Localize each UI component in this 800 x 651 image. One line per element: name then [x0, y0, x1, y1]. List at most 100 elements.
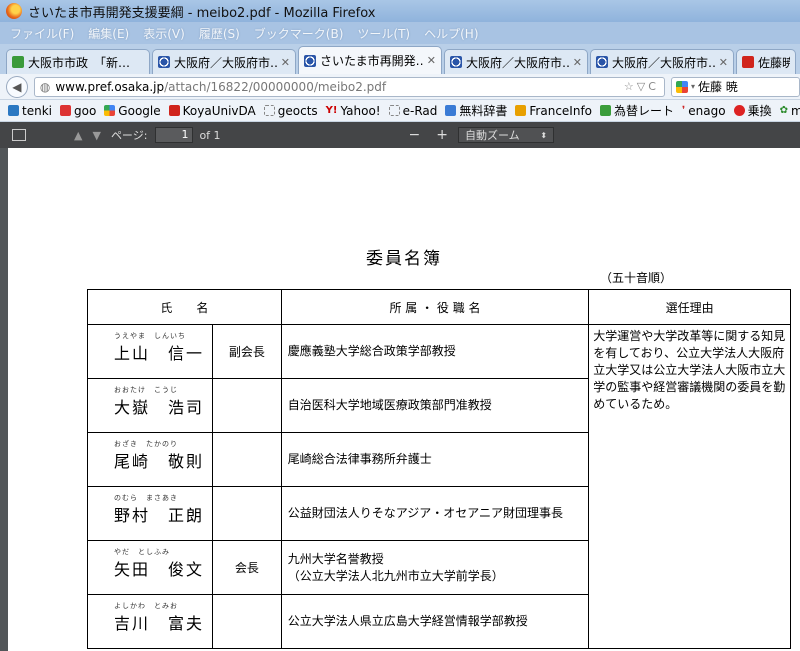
tenki-icon	[8, 105, 19, 116]
menu-history[interactable]: 履歴(S)	[199, 25, 240, 42]
member-affiliation: 公立大学法人県立広島大学経営情報学部教授	[280, 594, 590, 649]
member-name: 野村 正朗	[114, 505, 205, 525]
bookmark-label: 乗換	[747, 104, 772, 118]
bookmark-franceinfo[interactable]: FranceInfo	[515, 104, 592, 118]
page-icon	[388, 105, 400, 116]
osaka-pref-icon	[596, 56, 608, 68]
member-role	[211, 378, 282, 433]
pdf-toolbar: ▲ ▼ ページ: 1 of 1 − + 自動ズーム ⬍	[0, 122, 800, 148]
bookmark-label: goo	[73, 103, 97, 118]
tab-close-icon[interactable]: ✕	[427, 54, 436, 67]
globe-icon: ◍	[39, 79, 51, 94]
url-bar[interactable]: ◍ www.pref.osaka.jp /attach/16822/000000…	[33, 76, 665, 97]
bookmark-star-icon[interactable]: ☆▽C	[624, 80, 659, 93]
firefox-logo-icon	[6, 3, 22, 19]
search-box[interactable]: ▾ 佐藤 暁	[670, 76, 800, 97]
zoom-out-button[interactable]: −	[409, 127, 421, 143]
bookmark-label: KoyaUnivDA	[182, 103, 256, 118]
youtube-icon	[742, 56, 754, 68]
member-name-cell: おざき たかのり 尾崎 敬則	[87, 432, 213, 487]
bookmark-enago[interactable]: ❜ enago	[682, 104, 726, 118]
bookmarks-bar: tenki goo Google KoyaUnivDA geocts Y! Yah…	[0, 100, 800, 122]
bookmark-label: tenki	[22, 103, 52, 118]
zoom-select[interactable]: 自動ズーム ⬍	[458, 127, 555, 143]
member-affiliation: 慶應義塾大学総合政策学部教授	[280, 324, 590, 379]
bookmark-tenki[interactable]: tenki	[8, 104, 52, 118]
bookmark-goo[interactable]: goo	[59, 103, 97, 118]
menu-tools[interactable]: ツール(T)	[357, 25, 410, 42]
next-page-icon[interactable]: ▼	[92, 129, 100, 142]
chevron-down-icon: ⬍	[540, 130, 548, 140]
member-name: 吉川 富夫	[114, 613, 205, 633]
member-name-cell: やだ としふみ 矢田 俊文	[87, 540, 213, 595]
name-ruby: やだ としふみ	[114, 547, 170, 556]
page-count: of 1	[199, 128, 221, 142]
zoom-in-button[interactable]: +	[436, 127, 448, 143]
member-role	[211, 486, 282, 541]
member-role	[211, 432, 282, 487]
member-affiliation: 公益財団法人りそなアジア・オセアニア財団理事長	[280, 486, 590, 541]
pdf-viewer[interactable]: 委員名簿 （五十音順） 氏 名 所 属 ・ 役 職 名 選任理由 うえやま しん…	[0, 148, 800, 651]
page-number-input[interactable]: 1	[155, 127, 194, 143]
goo-icon	[59, 105, 71, 116]
tab-close-icon[interactable]: ✕	[719, 56, 728, 69]
member-name-cell: のむら まさあき 野村 正朗	[87, 486, 213, 541]
selection-reason: 大学運営や大学改革等に関する知見を有しており、公立大学法人大阪府立大学又は公立大…	[588, 324, 791, 649]
window-title: さいたま市再開発支援要綱 - meibo2.pdf - Mozilla Fire…	[28, 5, 376, 21]
google-icon	[675, 80, 688, 93]
member-role: 副会長	[211, 324, 282, 379]
member-table: 氏 名 所 属 ・ 役 職 名 選任理由 うえやま しんいち 上山 信一 副会長 …	[87, 289, 791, 649]
bookmark-erad[interactable]: e-Rad	[388, 104, 437, 118]
google-icon	[104, 105, 116, 116]
dictionary-icon	[445, 105, 457, 116]
header-name: 氏 名	[87, 289, 282, 325]
member-affiliation: 尾崎総合法律事務所弁護士	[280, 432, 590, 487]
bookmark-msn[interactable]: ✿msn	[780, 104, 800, 118]
tab-sato[interactable]: 佐藤暁：	[736, 49, 796, 74]
menu-bookmarks[interactable]: ブックマーク(B)	[254, 25, 344, 42]
menu-view[interactable]: 表示(V)	[143, 25, 185, 42]
member-affiliation: 自治医科大学地域医療政策部門准教授	[280, 378, 590, 433]
name-ruby: おおたけ こうじ	[114, 385, 178, 394]
dropdown-icon[interactable]: ▾	[691, 82, 695, 91]
tab-osaka-pref-3[interactable]: 大阪府／大阪府市… ✕	[590, 49, 734, 74]
tab-osaka-city[interactable]: 大阪市市政 「新…	[6, 49, 150, 74]
bookmark-koyaunivda[interactable]: KoyaUnivDA	[168, 103, 256, 118]
url-path: /attach/16822/00000000/meibo2.pdf	[164, 79, 387, 94]
bookmark-label: Yahoo!	[340, 103, 381, 118]
tab-close-icon[interactable]: ✕	[573, 56, 582, 69]
url-host: www.pref.osaka.jp	[55, 79, 165, 94]
bookmark-label: 為替レート	[614, 104, 675, 118]
osaka-pref-icon	[304, 54, 316, 67]
tab-osaka-pref-2[interactable]: 大阪府／大阪府市… ✕	[444, 49, 588, 74]
franceinfo-icon	[515, 105, 527, 116]
tab-bar: 大阪市市政 「新… 大阪府／大阪府市… ✕ さいたま市再開発… ✕ 大阪府／大阪…	[0, 44, 800, 74]
member-name-cell: うえやま しんいち 上山 信一	[87, 324, 213, 379]
bookmark-google[interactable]: Google	[104, 104, 161, 118]
pdf-page: 委員名簿 （五十音順） 氏 名 所 属 ・ 役 職 名 選任理由 うえやま しん…	[8, 148, 800, 651]
member-role	[211, 594, 282, 649]
bookmark-exchange[interactable]: 為替レート	[600, 102, 674, 119]
exchange-icon	[600, 105, 612, 116]
bookmark-geocts[interactable]: geocts	[263, 103, 318, 118]
sidebar-toggle-icon[interactable]	[12, 129, 26, 141]
navigation-bar: ◀ ◍ www.pref.osaka.jp /attach/16822/0000…	[0, 74, 800, 100]
tab-saitama-active[interactable]: さいたま市再開発… ✕	[298, 46, 442, 74]
menu-edit[interactable]: 編集(E)	[88, 25, 129, 42]
previous-page-icon[interactable]: ▲	[74, 129, 82, 142]
tab-osaka-pref-1[interactable]: 大阪府／大阪府市… ✕	[152, 49, 296, 74]
bookmark-dictionary[interactable]: 無料辞書	[445, 102, 507, 119]
back-button[interactable]: ◀	[6, 75, 28, 98]
page-label: ページ:	[110, 129, 148, 142]
search-value: 佐藤 暁	[697, 80, 738, 94]
member-name: 大嶽 浩司	[114, 397, 205, 417]
menu-help[interactable]: ヘルプ(H)	[424, 25, 478, 42]
msn-icon: ✿	[779, 105, 788, 116]
bookmark-label: geocts	[277, 103, 318, 118]
tab-close-icon[interactable]: ✕	[281, 56, 290, 69]
bookmark-transit[interactable]: 乗換	[733, 102, 772, 119]
menu-bar: ファイル(F) 編集(E) 表示(V) 履歴(S) ブックマーク(B) ツール(…	[0, 22, 800, 44]
page-icon	[263, 105, 275, 116]
menu-file[interactable]: ファイル(F)	[10, 25, 74, 42]
bookmark-yahoo[interactable]: Y! Yahoo!	[326, 104, 381, 118]
